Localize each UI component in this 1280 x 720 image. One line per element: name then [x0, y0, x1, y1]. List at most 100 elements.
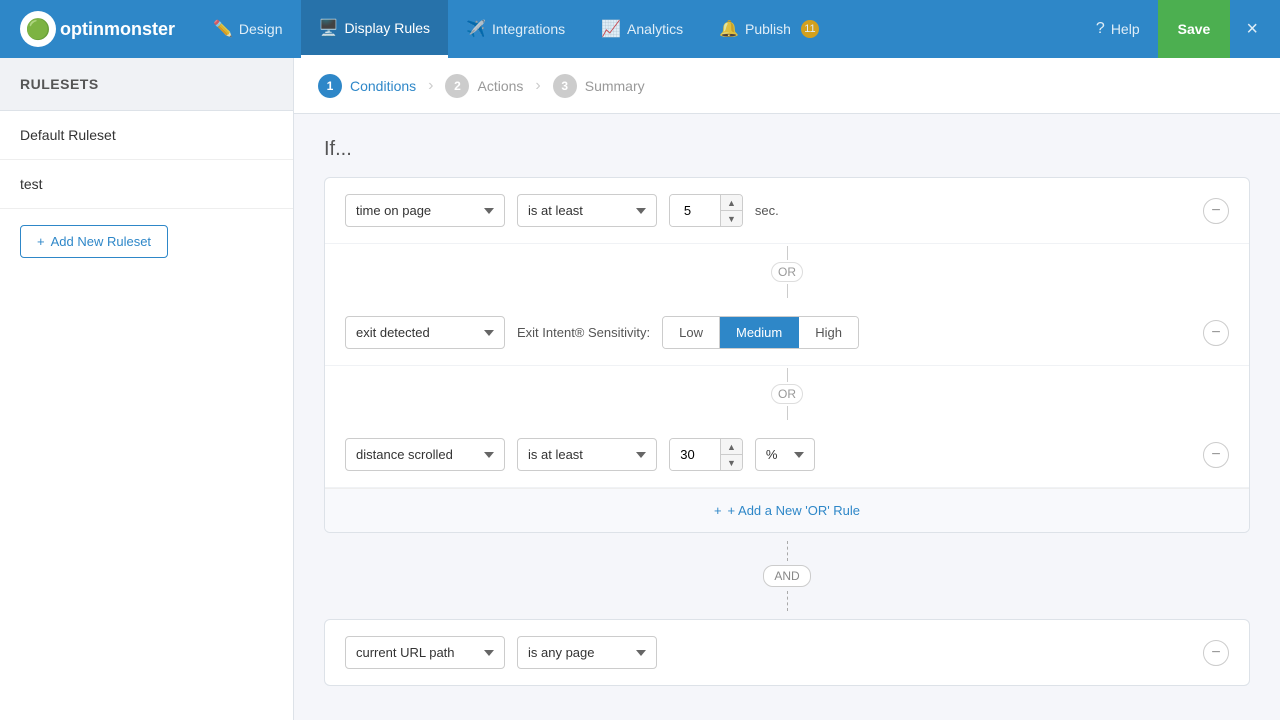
and-line-bottom	[787, 591, 788, 611]
sidebar-header: Rulesets	[0, 58, 293, 111]
sensitivity-medium[interactable]: Medium	[720, 317, 799, 348]
step-summary[interactable]: 3 Summary	[553, 74, 645, 98]
step-chevron-2: ›	[535, 77, 540, 95]
step-3-label: Summary	[585, 78, 645, 94]
unit-label-1: sec.	[755, 203, 779, 218]
stepper-btns-1: ▲ ▼	[720, 195, 742, 226]
tab-design[interactable]: ✏️ Design	[195, 0, 301, 58]
step-1-label: Conditions	[350, 78, 416, 94]
number-input-3[interactable]	[670, 439, 720, 470]
help-button[interactable]: ? Help	[1082, 0, 1154, 58]
stepper-up-3[interactable]: ▲	[721, 439, 742, 455]
remove-button-1[interactable]: −	[1203, 198, 1229, 224]
unit-select-3[interactable]: % px	[755, 438, 815, 471]
sensitivity-low[interactable]: Low	[663, 317, 720, 348]
operator-select-4[interactable]: is any page contains does not contain is…	[517, 636, 657, 669]
add-ruleset-button[interactable]: + Add New Ruleset	[20, 225, 168, 258]
rule-row-1: time on page exit detected distance scro…	[325, 178, 1249, 244]
stepper-down-1[interactable]: ▼	[721, 211, 742, 226]
add-or-rule-button[interactable]: + + Add a New 'OR' Rule	[325, 488, 1249, 532]
rule-row-2: time on page exit detected distance scro…	[325, 300, 1249, 366]
or-line-top-1	[787, 246, 788, 260]
step-chevron-1: ›	[428, 77, 433, 95]
close-icon: ×	[1246, 18, 1258, 41]
number-input-1[interactable]	[670, 195, 720, 226]
sensitivity-label: Exit Intent® Sensitivity:	[517, 325, 650, 340]
number-stepper-3: ▲ ▼	[669, 438, 743, 471]
condition-select-1[interactable]: time on page exit detected distance scro…	[345, 194, 505, 227]
step-actions[interactable]: 2 Actions	[445, 74, 523, 98]
sensitivity-high[interactable]: High	[799, 317, 858, 348]
number-stepper-1: ▲ ▼	[669, 194, 743, 227]
tab-integrations-label: Integrations	[492, 21, 565, 37]
or-line-bottom-2	[787, 406, 788, 420]
add-ruleset-label: Add New Ruleset	[51, 234, 151, 249]
and-badge: AND	[763, 565, 810, 587]
or-line-top-2	[787, 368, 788, 382]
tab-publish-label: Publish	[745, 21, 791, 37]
tab-display-rules-label: Display Rules	[344, 20, 430, 36]
step-3-num: 3	[553, 74, 577, 98]
remove-button-4[interactable]: −	[1203, 640, 1229, 666]
tab-integrations[interactable]: ✈️ Integrations	[448, 0, 583, 58]
and-separator: AND	[324, 533, 1250, 619]
stepper-btns-3: ▲ ▼	[720, 439, 742, 470]
tab-analytics-label: Analytics	[627, 21, 683, 37]
stepper-up-1[interactable]: ▲	[721, 195, 742, 211]
sidebar: Rulesets Default Ruleset test + Add New …	[0, 58, 294, 720]
sidebar-item-default-ruleset[interactable]: Default Ruleset	[0, 111, 293, 160]
nav-tabs: ✏️ Design 🖥️ Display Rules ✈️ Integratio…	[195, 0, 1082, 58]
rule-group-1: time on page exit detected distance scro…	[324, 177, 1250, 533]
remove-button-3[interactable]: −	[1203, 442, 1229, 468]
plus-icon: +	[37, 234, 45, 249]
remove-button-2[interactable]: −	[1203, 320, 1229, 346]
operator-select-3[interactable]: is at least is less than is exactly	[517, 438, 657, 471]
stepper-down-3[interactable]: ▼	[721, 455, 742, 470]
sensitivity-btn-group: Low Medium High	[662, 316, 859, 349]
analytics-icon: 📈	[601, 19, 621, 39]
tab-design-label: Design	[239, 21, 283, 37]
plus-or-icon: +	[714, 503, 722, 518]
brand-name: optinmonster	[60, 19, 175, 40]
step-1-num: 1	[318, 74, 342, 98]
tab-display-rules[interactable]: 🖥️ Display Rules	[301, 0, 449, 58]
minus-icon-4: −	[1211, 644, 1220, 662]
main-content: 1 Conditions › 2 Actions › 3 Summary If.…	[294, 58, 1280, 720]
minus-icon-1: −	[1211, 202, 1220, 220]
integrations-icon: ✈️	[466, 19, 486, 39]
step-2-num: 2	[445, 74, 469, 98]
steps-bar: 1 Conditions › 2 Actions › 3 Summary	[294, 58, 1280, 114]
rule-group-2: time on page exit detected distance scro…	[324, 619, 1250, 686]
minus-icon-2: −	[1211, 324, 1220, 342]
step-conditions[interactable]: 1 Conditions	[318, 74, 416, 98]
rule-row-4: time on page exit detected distance scro…	[325, 620, 1249, 685]
if-label: If...	[324, 138, 1250, 161]
or-separator-2: OR	[325, 366, 1249, 422]
display-rules-icon: 🖥️	[319, 18, 339, 38]
or-line-bottom-1	[787, 284, 788, 298]
close-button[interactable]: ×	[1234, 0, 1270, 58]
or-badge-2: OR	[771, 384, 803, 404]
logo: 🟢 optinmonster	[10, 11, 185, 47]
rules-area: If... time on page exit detected distanc…	[294, 114, 1280, 710]
publish-icon: 🔔	[719, 19, 739, 39]
condition-select-2[interactable]: time on page exit detected distance scro…	[345, 316, 505, 349]
rule-row-3: time on page exit detected distance scro…	[325, 422, 1249, 488]
tab-publish[interactable]: 🔔 Publish 11	[701, 0, 837, 58]
design-icon: ✏️	[213, 19, 233, 39]
or-badge-1: OR	[771, 262, 803, 282]
condition-select-3[interactable]: time on page exit detected distance scro…	[345, 438, 505, 471]
minus-icon-3: −	[1211, 446, 1220, 464]
help-label: Help	[1111, 21, 1140, 37]
publish-badge: 11	[801, 20, 819, 38]
nav-right: ? Help Save ×	[1082, 0, 1270, 58]
logo-icon: 🟢	[20, 11, 56, 47]
tab-analytics[interactable]: 📈 Analytics	[583, 0, 701, 58]
step-2-label: Actions	[477, 78, 523, 94]
top-nav: 🟢 optinmonster ✏️ Design 🖥️ Display Rule…	[0, 0, 1280, 58]
condition-select-4[interactable]: time on page exit detected distance scro…	[345, 636, 505, 669]
question-icon: ?	[1096, 20, 1105, 38]
save-button[interactable]: Save	[1158, 0, 1231, 58]
operator-select-1[interactable]: is at least is less than is exactly	[517, 194, 657, 227]
sidebar-item-test[interactable]: test	[0, 160, 293, 209]
